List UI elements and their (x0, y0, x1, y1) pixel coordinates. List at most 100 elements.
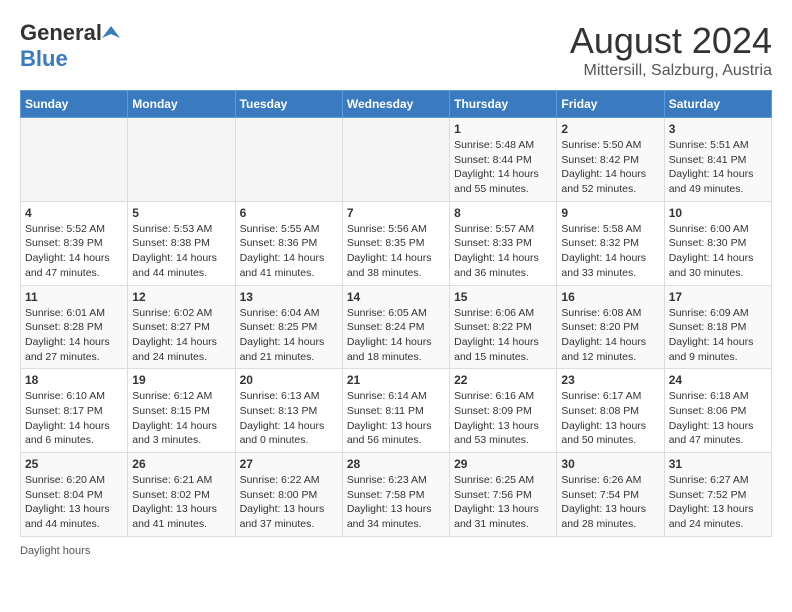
day-number: 6 (240, 206, 338, 220)
calendar-cell: 13 Sunrise: 6:04 AM Sunset: 8:25 PM Dayli… (235, 285, 342, 369)
day-info: Sunrise: 6:02 AM Sunset: 8:27 PM Dayligh… (132, 306, 230, 365)
calendar-cell: 8Sunrise: 5:57 AM Sunset: 8:33 PM Daylig… (450, 201, 557, 285)
location-text: Mittersill, Salzburg, Austria (570, 62, 772, 80)
day-info: Sunrise: 5:53 AM Sunset: 8:38 PM Dayligh… (132, 222, 230, 281)
logo-bird-icon (102, 24, 120, 42)
day-info: Sunrise: 5:58 AM Sunset: 8:32 PM Dayligh… (561, 222, 659, 281)
day-info: Sunrise: 5:50 AM Sunset: 8:42 PM Dayligh… (561, 138, 659, 197)
day-info: Sunrise: 6:06 AM Sunset: 8:22 PM Dayligh… (454, 306, 552, 365)
day-info: Sunrise: 5:52 AM Sunset: 8:39 PM Dayligh… (25, 222, 123, 281)
logo-blue-text: Blue (20, 46, 68, 72)
day-info: Sunrise: 6:10 AM Sunset: 8:17 PM Dayligh… (25, 389, 123, 448)
calendar-cell (128, 118, 235, 202)
day-number: 14 (347, 290, 445, 304)
day-info: Sunrise: 6:14 AM Sunset: 8:11 PM Dayligh… (347, 389, 445, 448)
day-info: Sunrise: 6:17 AM Sunset: 8:08 PM Dayligh… (561, 389, 659, 448)
calendar-cell: 25Sunrise: 6:20 AM Sunset: 8:04 PM Dayli… (21, 453, 128, 537)
day-number: 30 (561, 457, 659, 471)
day-info: Sunrise: 5:48 AM Sunset: 8:44 PM Dayligh… (454, 138, 552, 197)
weekday-header-monday: Monday (128, 91, 235, 118)
day-number: 12 (132, 290, 230, 304)
day-info: Sunrise: 6:16 AM Sunset: 8:09 PM Dayligh… (454, 389, 552, 448)
weekday-header-saturday: Saturday (664, 91, 771, 118)
calendar-cell (235, 118, 342, 202)
calendar-cell: 28Sunrise: 6:23 AM Sunset: 7:58 PM Dayli… (342, 453, 449, 537)
day-number: 4 (25, 206, 123, 220)
calendar-cell: 31Sunrise: 6:27 AM Sunset: 7:52 PM Dayli… (664, 453, 771, 537)
day-number: 29 (454, 457, 552, 471)
day-info: Sunrise: 6:22 AM Sunset: 8:00 PM Dayligh… (240, 473, 338, 532)
day-number: 9 (561, 206, 659, 220)
calendar-cell (21, 118, 128, 202)
calendar-cell: 29 Sunrise: 6:25 AM Sunset: 7:56 PM Dayli… (450, 453, 557, 537)
day-number: 3 (669, 122, 767, 136)
weekday-header-tuesday: Tuesday (235, 91, 342, 118)
calendar-cell: 3 Sunrise: 5:51 AM Sunset: 8:41 PM Daylig… (664, 118, 771, 202)
day-info: Sunrise: 5:57 AM Sunset: 8:33 PM Dayligh… (454, 222, 552, 281)
calendar-cell: 15 Sunrise: 6:06 AM Sunset: 8:22 PM Dayli… (450, 285, 557, 369)
calendar-cell: 10Sunrise: 6:00 AM Sunset: 8:30 PM Dayli… (664, 201, 771, 285)
day-number: 21 (347, 373, 445, 387)
calendar-week-row: 1 Sunrise: 5:48 AM Sunset: 8:44 PM Daylig… (21, 118, 772, 202)
day-number: 15 (454, 290, 552, 304)
day-info: Sunrise: 5:55 AM Sunset: 8:36 PM Dayligh… (240, 222, 338, 281)
calendar-cell: 4 Sunrise: 5:52 AM Sunset: 8:39 PM Daylig… (21, 201, 128, 285)
day-info: Sunrise: 6:18 AM Sunset: 8:06 PM Dayligh… (669, 389, 767, 448)
day-info: Sunrise: 6:05 AM Sunset: 8:24 PM Dayligh… (347, 306, 445, 365)
day-number: 22 (454, 373, 552, 387)
day-info: Sunrise: 6:25 AM Sunset: 7:56 PM Dayligh… (454, 473, 552, 532)
weekday-header-wednesday: Wednesday (342, 91, 449, 118)
day-number: 16 (561, 290, 659, 304)
day-number: 5 (132, 206, 230, 220)
calendar-cell (342, 118, 449, 202)
calendar-cell: 17 Sunrise: 6:09 AM Sunset: 8:18 PM Dayli… (664, 285, 771, 369)
calendar-table: SundayMondayTuesdayWednesdayThursdayFrid… (20, 90, 772, 537)
day-number: 23 (561, 373, 659, 387)
day-number: 11 (25, 290, 123, 304)
day-info: Sunrise: 6:21 AM Sunset: 8:02 PM Dayligh… (132, 473, 230, 532)
day-number: 19 (132, 373, 230, 387)
calendar-cell: 20Sunrise: 6:13 AM Sunset: 8:13 PM Dayli… (235, 369, 342, 453)
calendar-cell: 6 Sunrise: 5:55 AM Sunset: 8:36 PM Daylig… (235, 201, 342, 285)
weekday-header-sunday: Sunday (21, 91, 128, 118)
calendar-cell: 5 Sunrise: 5:53 AM Sunset: 8:38 PM Daylig… (128, 201, 235, 285)
calendar-cell: 2 Sunrise: 5:50 AM Sunset: 8:42 PM Daylig… (557, 118, 664, 202)
day-number: 7 (347, 206, 445, 220)
day-number: 31 (669, 457, 767, 471)
month-title: August 2024 (570, 20, 772, 62)
day-info: Sunrise: 6:26 AM Sunset: 7:54 PM Dayligh… (561, 473, 659, 532)
day-number: 13 (240, 290, 338, 304)
logo: General Blue (20, 20, 121, 72)
calendar-cell: 23 Sunrise: 6:17 AM Sunset: 8:08 PM Dayli… (557, 369, 664, 453)
day-number: 20 (240, 373, 338, 387)
weekday-header-row: SundayMondayTuesdayWednesdayThursdayFrid… (21, 91, 772, 118)
day-number: 2 (561, 122, 659, 136)
day-number: 27 (240, 457, 338, 471)
day-number: 25 (25, 457, 123, 471)
calendar-cell: 21 Sunrise: 6:14 AM Sunset: 8:11 PM Dayli… (342, 369, 449, 453)
calendar-week-row: 4 Sunrise: 5:52 AM Sunset: 8:39 PM Daylig… (21, 201, 772, 285)
day-info: Sunrise: 6:23 AM Sunset: 7:58 PM Dayligh… (347, 473, 445, 532)
day-number: 26 (132, 457, 230, 471)
calendar-week-row: 18 Sunrise: 6:10 AM Sunset: 8:17 PM Dayli… (21, 369, 772, 453)
calendar-cell: 26 Sunrise: 6:21 AM Sunset: 8:02 PM Dayli… (128, 453, 235, 537)
day-number: 18 (25, 373, 123, 387)
calendar-cell: 14 Sunrise: 6:05 AM Sunset: 8:24 PM Dayli… (342, 285, 449, 369)
weekday-header-thursday: Thursday (450, 91, 557, 118)
day-info: Sunrise: 5:51 AM Sunset: 8:41 PM Dayligh… (669, 138, 767, 197)
calendar-cell: 12 Sunrise: 6:02 AM Sunset: 8:27 PM Dayli… (128, 285, 235, 369)
calendar-cell: 24 Sunrise: 6:18 AM Sunset: 8:06 PM Dayli… (664, 369, 771, 453)
day-number: 17 (669, 290, 767, 304)
calendar-cell: 22 Sunrise: 6:16 AM Sunset: 8:09 PM Dayli… (450, 369, 557, 453)
day-info: Sunrise: 6:04 AM Sunset: 8:25 PM Dayligh… (240, 306, 338, 365)
day-number: 24 (669, 373, 767, 387)
calendar-cell: 18 Sunrise: 6:10 AM Sunset: 8:17 PM Dayli… (21, 369, 128, 453)
calendar-cell: 27 Sunrise: 6:22 AM Sunset: 8:00 PM Dayli… (235, 453, 342, 537)
title-block: August 2024 Mittersill, Salzburg, Austri… (570, 20, 772, 80)
calendar-cell: 1 Sunrise: 5:48 AM Sunset: 8:44 PM Daylig… (450, 118, 557, 202)
day-number: 1 (454, 122, 552, 136)
calendar-cell: 7Sunrise: 5:56 AM Sunset: 8:35 PM Daylig… (342, 201, 449, 285)
calendar-cell: 19Sunrise: 6:12 AM Sunset: 8:15 PM Dayli… (128, 369, 235, 453)
day-info: Sunrise: 6:09 AM Sunset: 8:18 PM Dayligh… (669, 306, 767, 365)
day-info: Sunrise: 6:01 AM Sunset: 8:28 PM Dayligh… (25, 306, 123, 365)
